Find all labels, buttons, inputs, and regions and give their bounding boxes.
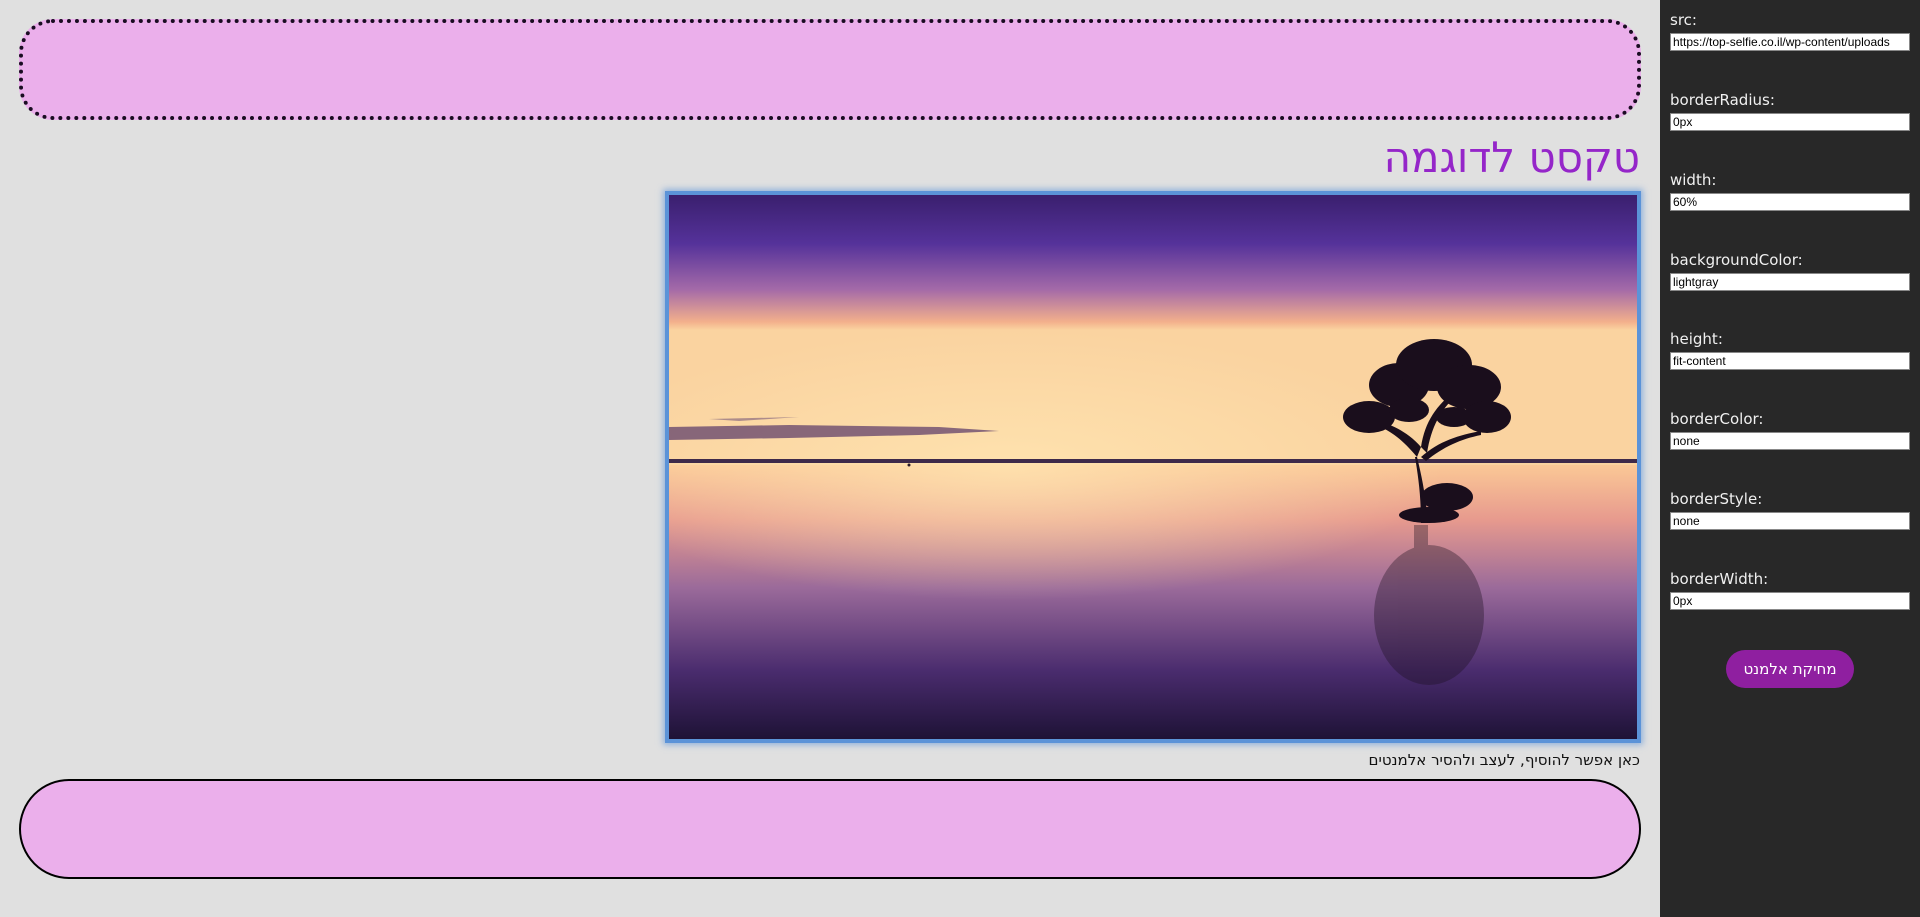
border-width-field: borderWidth: xyxy=(1670,569,1910,610)
style-properties-panel: src: borderRadius: width: backgroundColo… xyxy=(1660,0,1920,917)
width-field: width: xyxy=(1670,170,1910,211)
border-color-label: borderColor: xyxy=(1670,410,1764,428)
border-radius-input[interactable] xyxy=(1670,113,1910,131)
border-width-label: borderWidth: xyxy=(1670,570,1769,588)
height-input[interactable] xyxy=(1670,352,1910,370)
height-label: height: xyxy=(1670,330,1723,348)
canvas-caption-text[interactable]: כאן אפשר להוסיף, לעצב ולהסיר אלמנטים xyxy=(1369,750,1640,770)
border-color-field: borderColor: xyxy=(1670,409,1910,450)
border-color-input[interactable] xyxy=(1670,432,1910,450)
background-color-label: backgroundColor: xyxy=(1670,251,1803,269)
sunset-lake-image[interactable] xyxy=(665,191,1641,743)
width-label: width: xyxy=(1670,171,1717,189)
border-style-input[interactable] xyxy=(1670,512,1910,530)
background-color-input[interactable] xyxy=(1670,273,1910,291)
src-field: src: xyxy=(1670,10,1910,51)
bottom-container-box[interactable] xyxy=(19,779,1641,879)
border-radius-field: borderRadius: xyxy=(1670,90,1910,131)
background-color-field: backgroundColor: xyxy=(1670,250,1910,291)
src-label: src: xyxy=(1670,11,1697,29)
src-input[interactable] xyxy=(1670,33,1910,51)
editor-canvas: טקסט לדוגמה כאן אפשר להוסיף, לעצב ולהסיר… xyxy=(0,0,1660,917)
border-width-input[interactable] xyxy=(1670,592,1910,610)
width-input[interactable] xyxy=(1670,193,1910,211)
height-field: height: xyxy=(1670,329,1910,370)
border-radius-label: borderRadius: xyxy=(1670,91,1775,109)
delete-element-button[interactable]: מחיקת אלמנט xyxy=(1726,650,1854,688)
border-style-label: borderStyle: xyxy=(1670,490,1763,508)
top-container-box[interactable] xyxy=(19,19,1641,120)
border-style-field: borderStyle: xyxy=(1670,489,1910,530)
sample-text-heading[interactable]: טקסט לדוגמה xyxy=(1384,130,1640,186)
